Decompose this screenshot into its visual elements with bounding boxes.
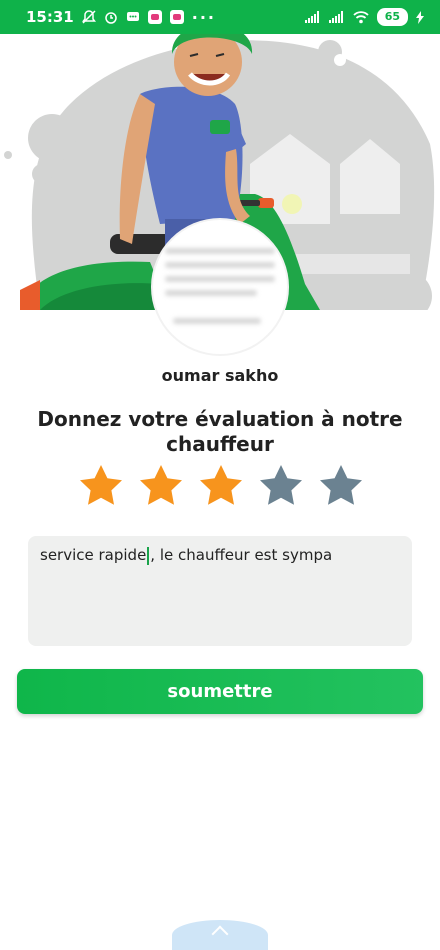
notification-muted-icon xyxy=(81,10,96,24)
star-empty-icon[interactable] xyxy=(316,462,366,510)
charging-icon xyxy=(416,10,424,24)
alarm-icon xyxy=(105,12,117,24)
battery-level: 65 xyxy=(376,8,408,26)
submit-button[interactable]: soumettre xyxy=(17,669,423,714)
status-time: 15:31 xyxy=(26,8,74,26)
star-empty-icon[interactable] xyxy=(256,462,306,510)
driver-avatar xyxy=(153,220,287,354)
wifi-icon xyxy=(353,10,369,23)
text-cursor xyxy=(147,546,150,565)
message-icon xyxy=(126,12,139,21)
comment-text-after-cursor: , le chauffeur est sympa xyxy=(150,546,333,564)
app-notification-icon xyxy=(147,10,162,24)
signal-icon xyxy=(304,11,319,23)
comment-text-before-cursor: service rapide xyxy=(40,546,147,564)
chevron-up-icon[interactable] xyxy=(172,920,268,950)
more-notifications-icon: ··· xyxy=(191,7,216,27)
comment-input[interactable]: service rapide, le chauffeur est sympa xyxy=(28,536,412,646)
star-rating[interactable] xyxy=(76,462,366,510)
status-bar: 15:31 ··· 65 xyxy=(0,0,440,34)
star-filled-icon[interactable] xyxy=(196,462,246,510)
rating-prompt: Donnez votre évaluation à notre chauffeu… xyxy=(37,407,403,456)
app-notification-icon xyxy=(169,10,184,24)
star-filled-icon[interactable] xyxy=(76,462,126,510)
star-filled-icon[interactable] xyxy=(136,462,186,510)
signal-icon xyxy=(328,11,343,23)
driver-name: oumar sakho xyxy=(161,366,279,385)
